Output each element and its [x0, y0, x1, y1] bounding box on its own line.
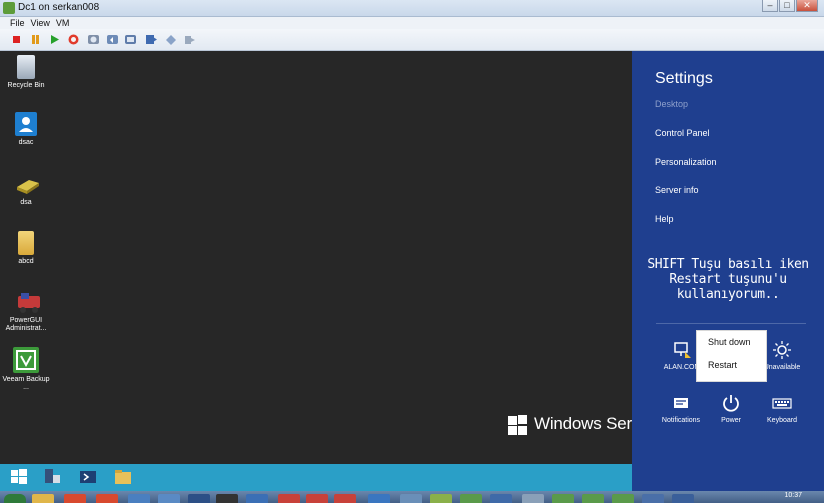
settings-title: Settings: [655, 70, 713, 87]
menu-vm[interactable]: VM: [56, 17, 70, 29]
settings-item-desktop: Desktop: [655, 99, 689, 109]
host-taskbar-app-icon[interactable]: [460, 494, 482, 503]
pause-icon[interactable]: [29, 33, 42, 46]
minimize-button[interactable]: –: [762, 0, 778, 12]
manage-snapshots-icon[interactable]: [124, 33, 137, 46]
host-taskbar-app-icon[interactable]: [368, 494, 390, 503]
server-manager-icon[interactable]: [42, 467, 62, 487]
start-button-icon[interactable]: [9, 467, 29, 487]
notifications-icon: [671, 393, 691, 413]
power-options-menu: Shut down Restart: [697, 331, 766, 381]
settings-icon[interactable]: [164, 33, 177, 46]
powershell-icon[interactable]: [78, 467, 98, 487]
desktop-icon-label: dsa: [20, 199, 32, 206]
menu-bar: File View VM: [0, 17, 824, 29]
vm-app-icon: [3, 2, 15, 14]
desktop-icon-label: Veeam Backup ...: [2, 376, 50, 391]
folder-icon: [18, 231, 34, 255]
host-taskbar-app-icon[interactable]: [642, 494, 664, 503]
host-taskbar-app-icon[interactable]: [400, 494, 422, 503]
host-taskbar-app-icon[interactable]: [334, 494, 356, 503]
host-taskbar-app-icon[interactable]: [490, 494, 512, 503]
settings-item-server-info[interactable]: Server info: [655, 185, 699, 195]
settings-divider: [656, 323, 806, 324]
reset-icon[interactable]: [67, 33, 80, 46]
host-taskbar-app-icon[interactable]: [216, 494, 238, 503]
host-taskbar-app-icon[interactable]: [430, 494, 452, 503]
keyboard-label: Keyboard: [767, 417, 797, 424]
annotation-text: SHIFT Tuşu basılı iken Restart tuşunu'u …: [647, 257, 809, 302]
desktop-icon-recycle-bin[interactable]: Recycle Bin: [0, 55, 52, 90]
maximize-button[interactable]: □: [779, 0, 795, 12]
host-taskbar-app-icon[interactable]: [96, 494, 118, 503]
menu-file[interactable]: File: [10, 17, 25, 29]
notifications-tile[interactable]: Notifications: [658, 393, 704, 424]
host-clock[interactable]: 10:37: [784, 492, 802, 499]
revert-icon[interactable]: [106, 33, 119, 46]
host-taskbar-app-icon[interactable]: [188, 494, 210, 503]
send-ctrl-alt-del-icon[interactable]: [145, 33, 158, 46]
shutdown-option[interactable]: Shut down: [697, 331, 766, 354]
host-taskbar-app-icon[interactable]: [672, 494, 694, 503]
vm-taskbar: [0, 464, 632, 491]
host-taskbar-app-icon[interactable]: [64, 494, 86, 503]
window-controls: – □ ✕: [762, 0, 818, 13]
share-icon[interactable]: [183, 33, 196, 46]
settings-charm-pane: Settings Desktop Control Panel Personali…: [632, 51, 824, 491]
power-label: Power: [721, 417, 741, 424]
window-title: Dc1 on serkan008: [18, 2, 100, 13]
windows-server-watermark: Windows Serv: [534, 414, 641, 433]
desktop-icon-powergui[interactable]: PowerGUI Administrat...: [0, 290, 52, 333]
user-admin-icon: [15, 112, 37, 136]
restart-option[interactable]: Restart: [697, 354, 766, 377]
vm-toolbar: [0, 29, 824, 51]
host-taskbar-app-icon[interactable]: [246, 494, 268, 503]
recycle-bin-icon: [17, 55, 35, 79]
brightness-label: Unavailable: [763, 364, 801, 371]
power-icon: [721, 393, 741, 413]
keyboard-tile[interactable]: Keyboard: [759, 393, 805, 424]
keyboard-icon: [772, 393, 792, 413]
desktop-icon-dsa[interactable]: dsa: [0, 172, 52, 207]
settings-item-help[interactable]: Help: [655, 214, 674, 224]
host-taskbar-app-icon[interactable]: [278, 494, 300, 503]
host-taskbar-app-icon[interactable]: [306, 494, 328, 503]
settings-item-personalization[interactable]: Personalization: [655, 157, 717, 167]
host-taskbar-app-icon[interactable]: [582, 494, 604, 503]
directory-icon: [15, 172, 39, 196]
host-taskbar-app-icon[interactable]: [612, 494, 634, 503]
veeam-icon: [13, 347, 39, 373]
desktop-icon-label: abcd: [18, 258, 34, 265]
host-taskbar-app-icon[interactable]: [158, 494, 180, 503]
windows-logo-icon: [508, 415, 528, 435]
desktop-icon-abcd[interactable]: abcd: [0, 231, 52, 266]
snapshot-icon[interactable]: [87, 33, 100, 46]
host-taskbar: 10:37: [0, 491, 824, 503]
desktop-icon-label: Recycle Bin: [7, 82, 45, 89]
network-icon: [672, 340, 692, 360]
file-explorer-icon[interactable]: [113, 467, 133, 487]
network-label: ALAN.COM: [663, 364, 701, 371]
desktop-icon-dsac[interactable]: dsac: [0, 112, 52, 147]
host-taskbar-app-icon[interactable]: [552, 494, 574, 503]
notifications-label: Notifications: [661, 417, 701, 424]
close-button[interactable]: ✕: [796, 0, 818, 12]
host-taskbar-app-icon[interactable]: [128, 494, 150, 503]
window-title-bar[interactable]: Dc1 on serkan008 – □ ✕: [0, 0, 824, 17]
menu-view[interactable]: View: [31, 17, 50, 29]
desktop-icon-veeam[interactable]: Veeam Backup ...: [0, 347, 52, 392]
brightness-icon: [772, 340, 792, 360]
power-tile[interactable]: Power: [708, 393, 754, 424]
start-icon[interactable]: [48, 33, 61, 46]
settings-item-control-panel[interactable]: Control Panel: [655, 128, 710, 138]
host-start-orb-icon[interactable]: [4, 494, 26, 503]
powergui-icon: [15, 290, 40, 314]
stop-icon[interactable]: [10, 33, 23, 46]
vm-desktop: Recycle Bin dsac dsa abcd PowerGUI Admin…: [0, 51, 640, 464]
desktop-icon-label: PowerGUI Administrat...: [5, 317, 47, 332]
host-taskbar-app-icon[interactable]: [522, 494, 544, 503]
host-taskbar-app-icon[interactable]: [32, 494, 54, 503]
desktop-icon-label: dsac: [18, 139, 34, 146]
